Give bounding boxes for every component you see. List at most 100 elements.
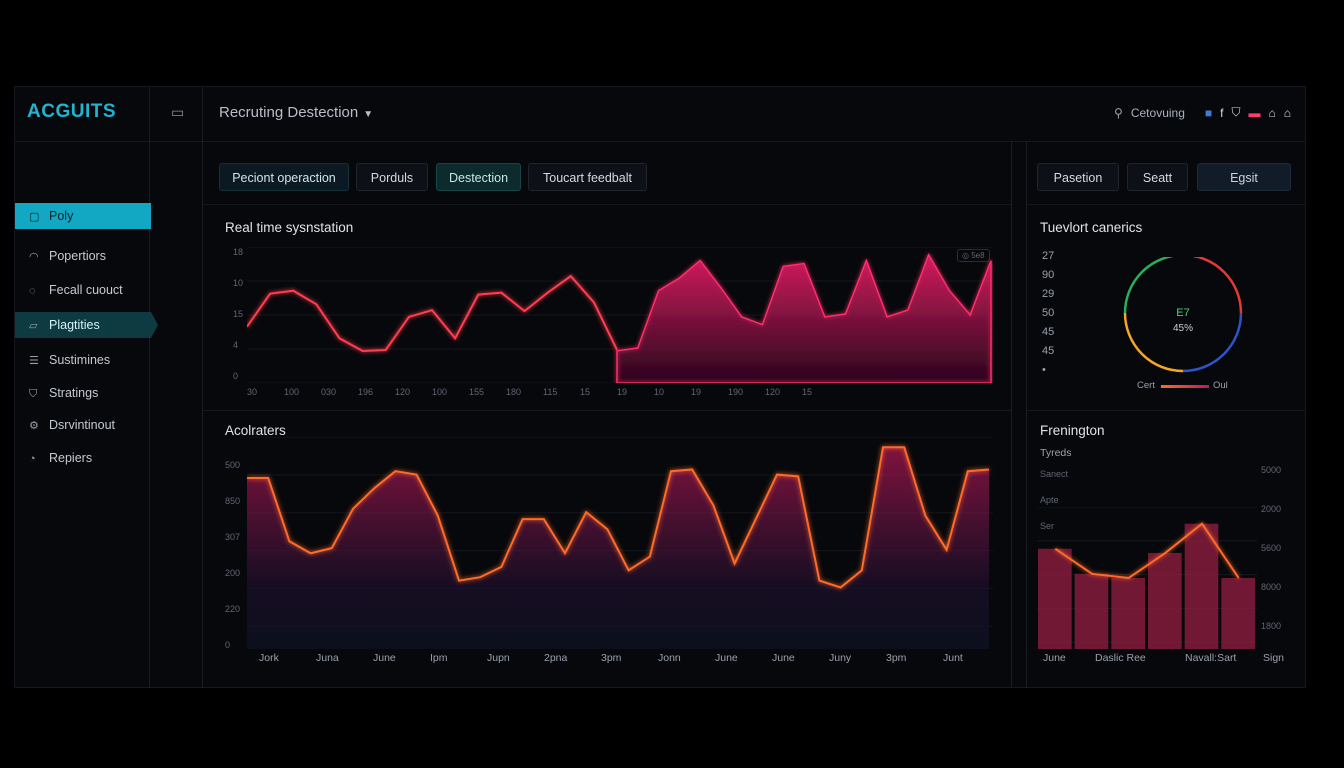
frenington-x-tick: Navall:Sart [1185, 652, 1237, 664]
user-name[interactable]: Cetovuing [1131, 106, 1185, 120]
frenington-bar [1074, 573, 1109, 649]
rbtn-bottom-line [1027, 204, 1305, 205]
egsit-button[interactable]: Egsit [1197, 163, 1291, 191]
accelerators-x-tick: June [715, 652, 738, 664]
facebook-icon[interactable]: f [1220, 106, 1223, 120]
accelerators-x-tick: Jork [259, 652, 279, 664]
ring-value-item: 45 [1042, 345, 1055, 357]
realtime-x-tick: 115 [543, 387, 558, 397]
sidebar-item-repiers[interactable]: ◔ Repiers [15, 445, 151, 471]
ring-center-percent: 45% [1173, 323, 1193, 334]
topbar-bottom-line [15, 141, 1305, 142]
ring-legend-bar [1161, 385, 1209, 388]
frenington-y-tick: 2000 [1261, 504, 1282, 514]
accelerators-x-tick: June [373, 652, 396, 664]
ring-title: Tuevlort canerics [1040, 220, 1143, 235]
realtime-x-tick: 030 [321, 387, 337, 397]
realtime-x-tick: 10 [654, 387, 665, 397]
realtime-x-tick: 100 [432, 387, 448, 397]
frenington-y-tick: 8000 [1261, 582, 1282, 592]
chat-icon: ◌ [29, 285, 36, 297]
bell-icon: ◠ [29, 251, 39, 263]
accelerators-chart [247, 437, 993, 649]
seatt-button[interactable]: Seatt [1127, 163, 1188, 191]
realtime-title: Real time sysnstation [225, 220, 354, 235]
frenington-bar [1148, 552, 1182, 649]
frenington-bar [1221, 578, 1255, 649]
ring-arc-red [1191, 257, 1243, 314]
frenington-x-tick: Sign [1263, 652, 1285, 664]
main-left-divider [202, 141, 203, 687]
frenington-row-label: Apte [1040, 495, 1059, 505]
briefcase-icon: ▢ [29, 211, 40, 223]
sidebar-item-label: Stratings [49, 386, 99, 400]
frenington-x-tick: June [1043, 652, 1066, 664]
ring-legend-right: Oul [1213, 380, 1228, 391]
realtime-x-tick: 120 [765, 387, 781, 397]
realtime-x-tick: 19 [691, 387, 702, 397]
project-dropdown[interactable]: Recruting Destection ▼ [219, 104, 373, 121]
realtime-x-tick: 155 [469, 387, 485, 397]
folder-icon: ▱ [29, 320, 38, 332]
sidebar-item-stratings[interactable]: ⛉ Stratings [15, 380, 151, 406]
accelerators-x-tick: Juna [316, 652, 339, 664]
accelerators-x-tick: Juny [829, 652, 852, 664]
ring-arc-orange [1123, 312, 1184, 373]
frenington-bar [1184, 523, 1219, 649]
frenington-y-tick: 5000 [1261, 465, 1282, 475]
pasetion-button[interactable]: Pasetion [1037, 163, 1119, 191]
right-split-line [1027, 410, 1305, 411]
sidebar-item-label: Fecall cuouct [49, 283, 123, 297]
ring-arc-green [1123, 257, 1175, 314]
sidebar-item-plagtities[interactable]: ▱ Plagtities [15, 312, 158, 338]
sidebar-item-dsrvintinout[interactable]: ⚙ Dsrvintinout [15, 412, 151, 438]
accelerators-x-tick: 3pm [601, 652, 622, 664]
sidebar-item-fecall[interactable]: ◌ Fecall cuouct [15, 277, 151, 303]
realtime-y-tick: 0 [233, 371, 239, 381]
realtime-x-tick: 180 [506, 387, 522, 397]
mail-icon[interactable]: ▬ [1249, 106, 1261, 120]
ring-arc-blue [1182, 312, 1243, 373]
accelerators-x-tick: 3pm [886, 652, 907, 664]
main-right-divider [1011, 141, 1012, 687]
square-blue-icon[interactable]: ■ [1205, 106, 1212, 120]
accelerators-x-tick: Jonn [658, 652, 681, 664]
tab-destection[interactable]: Destection [436, 163, 521, 191]
accelerators-x-tick: 2pna [544, 652, 568, 664]
tabs-bottom-line [203, 204, 1011, 205]
realtime-line-series [247, 274, 618, 352]
ring-value-item: 45 [1042, 326, 1055, 338]
accelerators-x-tick: June [772, 652, 795, 664]
sidebar-item-popertiors[interactable]: ◠ Popertiors [15, 243, 151, 269]
lock-icon[interactable]: ⌂ [1269, 106, 1276, 120]
realtime-y-tick: 18 [233, 247, 244, 257]
tab-porduls[interactable]: Porduls [356, 163, 428, 191]
right-panel-divider [1026, 141, 1027, 687]
frenington-title: Frenington [1040, 423, 1105, 438]
frenington-y-tick: 1800 [1261, 621, 1282, 631]
accelerators-x-tick: Junt [943, 652, 963, 664]
realtime-chart [247, 247, 993, 383]
app-window: ACGUITS ▭ Recruting Destection ▼ ⚲ Cetovu… [14, 86, 1306, 688]
realtime-x-tick: 190 [728, 387, 744, 397]
accelerators-x-tick: Jupn [487, 652, 510, 664]
ring-value-item: • [1042, 364, 1046, 376]
realtime-y-tick: 4 [233, 340, 239, 350]
realtime-x-tick: 196 [358, 387, 374, 397]
realtime-x-tick: 15 [580, 387, 591, 397]
sidebar-item-label: Poly [49, 209, 74, 223]
ring-chart: E7 45% [1123, 257, 1243, 373]
home-icon[interactable]: ⌂ [1284, 106, 1291, 120]
sidebar-item-sustimines[interactable]: ☰ Sustimines [15, 347, 151, 373]
topbar-divider [202, 87, 203, 141]
list-icon: ☰ [29, 355, 39, 367]
sidebar-item-poly[interactable]: ▢ Poly [15, 203, 151, 229]
shield-small-icon[interactable]: ⛉ [1231, 105, 1240, 120]
accelerators-y-tick: 200 [225, 568, 241, 578]
ring-center-value: E7 [1176, 307, 1189, 319]
sidebar-item-label: Dsrvintinout [49, 418, 115, 432]
accelerators-y-tick: 850 [225, 496, 241, 506]
tab-toucart-feedbalt[interactable]: Toucart feedbalt [528, 163, 647, 191]
tab-peciont-operaction[interactable]: Peciont operaction [219, 163, 349, 191]
panel-toggle-icon[interactable]: ▭ [171, 104, 184, 121]
